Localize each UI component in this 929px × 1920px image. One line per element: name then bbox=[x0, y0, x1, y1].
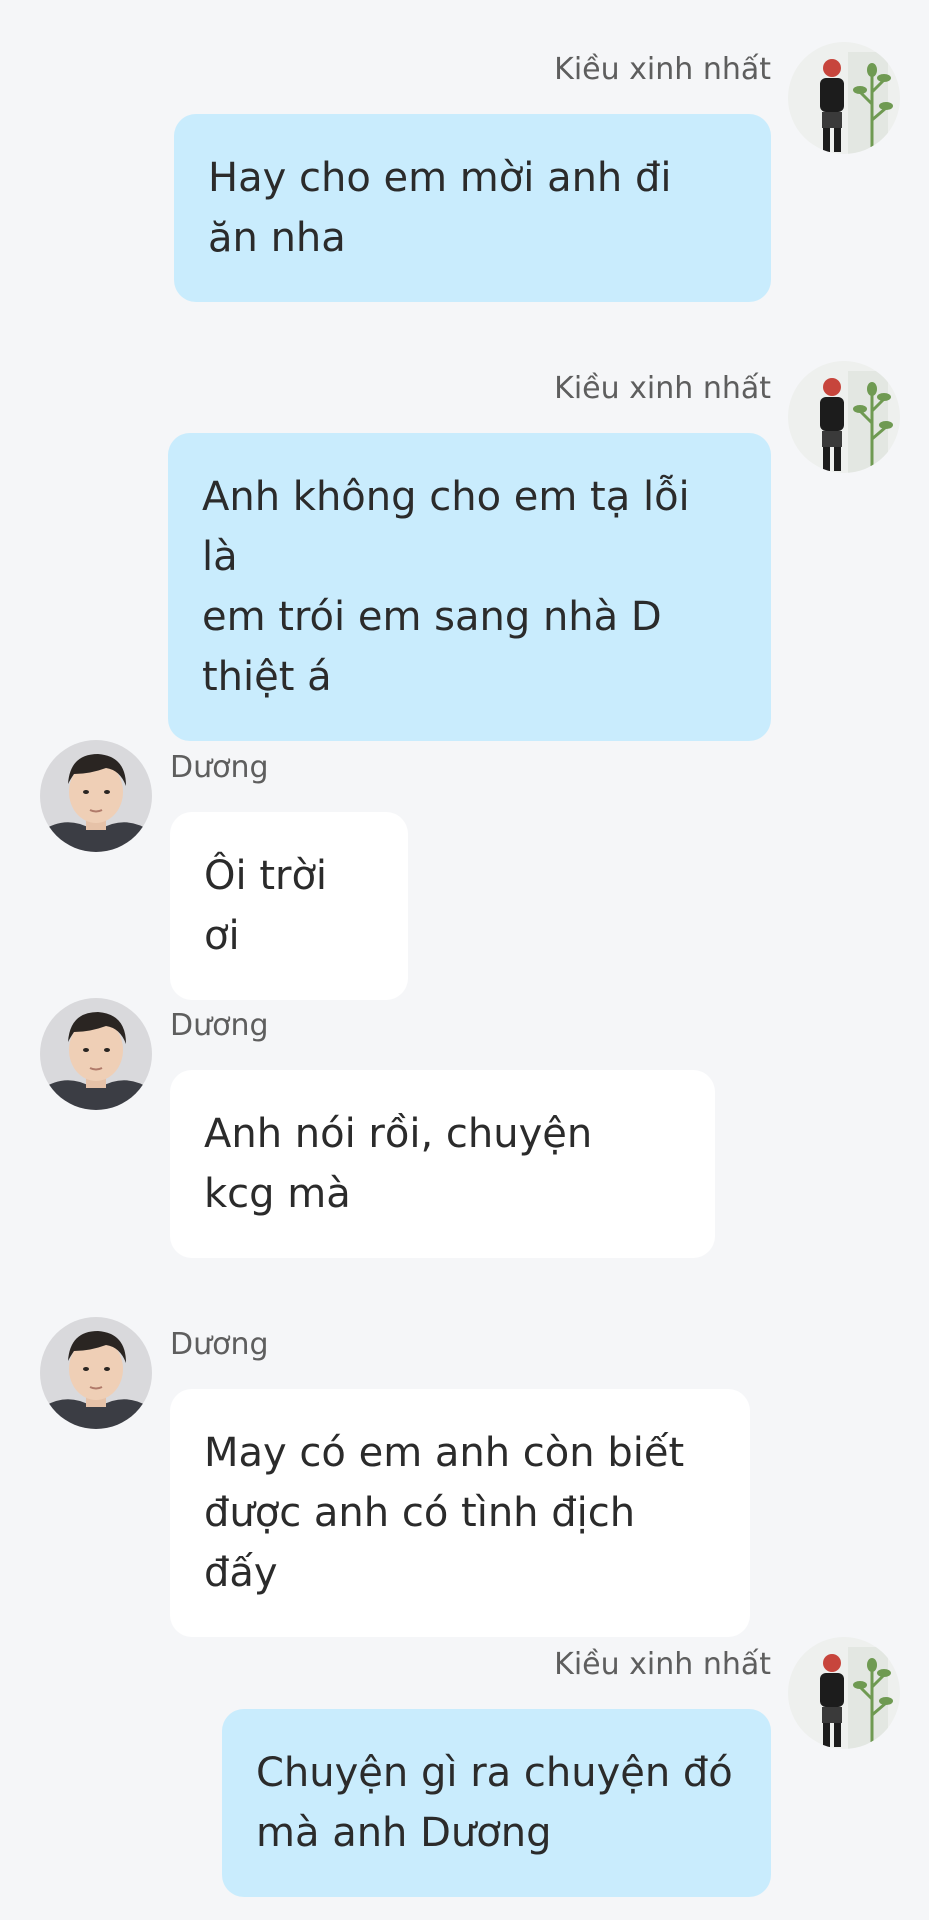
avatar-duong-icon[interactable] bbox=[40, 740, 152, 852]
message-bubble[interactable]: Anh không cho em tạ lỗi là em trói em sa… bbox=[168, 433, 771, 741]
sender-name: Kiều xinh nhất bbox=[554, 52, 771, 87]
avatar-kieu-icon[interactable] bbox=[788, 361, 900, 473]
avatar-kieu-icon[interactable] bbox=[788, 1637, 900, 1749]
avatar-duong-icon[interactable] bbox=[40, 1317, 152, 1429]
message-bubble[interactable]: Anh nói rồi, chuyện kcg mà bbox=[170, 1070, 715, 1258]
message-bubble[interactable]: Ôi trời ơi bbox=[170, 812, 408, 1000]
message-bubble[interactable]: Hay cho em mời anh đi ăn nha bbox=[174, 114, 771, 302]
sender-name: Dương bbox=[170, 1327, 269, 1362]
message-bubble[interactable]: May có em anh còn biết được anh có tình … bbox=[170, 1389, 750, 1637]
avatar-duong-icon[interactable] bbox=[40, 998, 152, 1110]
chat-thread[interactable]: Kiều xinh nhất Hay cho em mời anh đi ăn … bbox=[0, 0, 929, 1920]
sender-name: Kiều xinh nhất bbox=[554, 371, 771, 406]
sender-name: Dương bbox=[170, 750, 269, 785]
sender-name: Dương bbox=[170, 1008, 269, 1043]
avatar-kieu-icon[interactable] bbox=[788, 42, 900, 154]
sender-name: Kiều xinh nhất bbox=[554, 1647, 771, 1682]
message-bubble[interactable]: Chuyện gì ra chuyện đó mà anh Dương bbox=[222, 1709, 771, 1897]
